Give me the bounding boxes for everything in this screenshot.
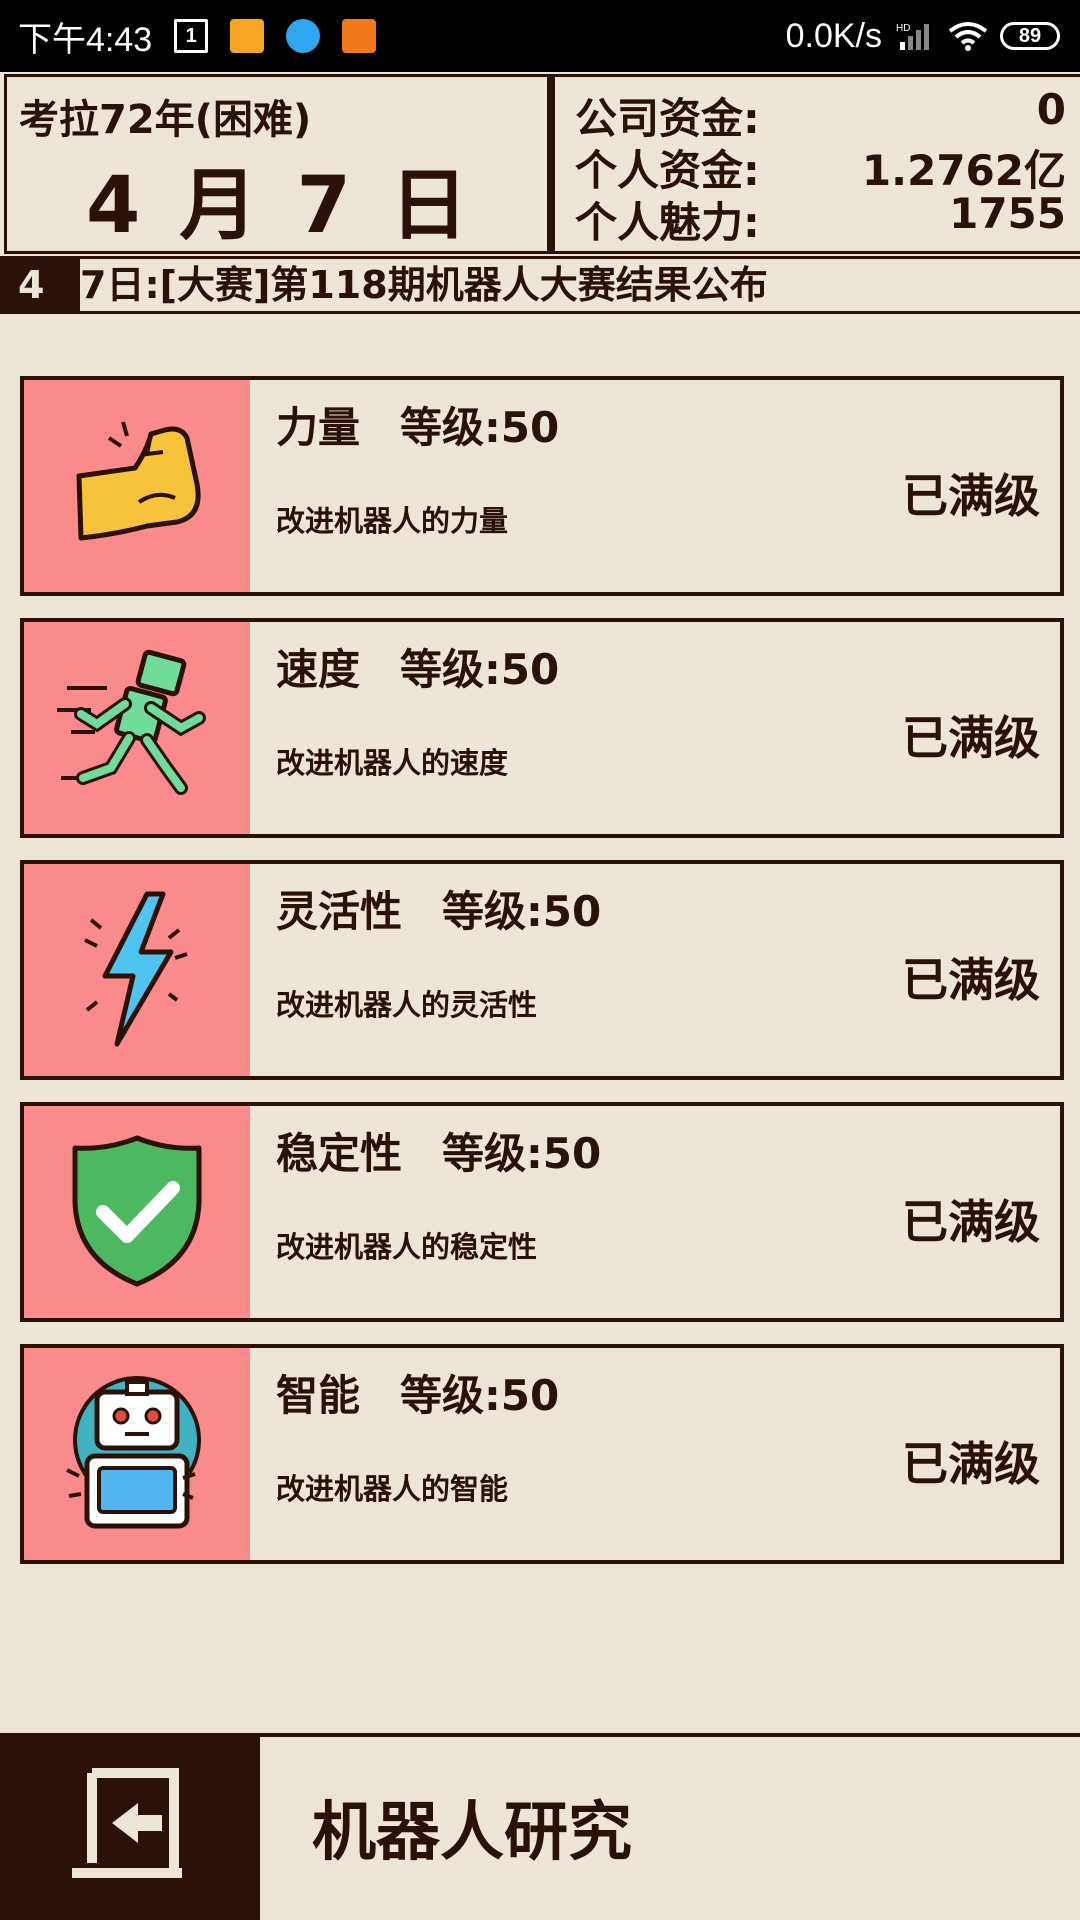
- stat-label: 个人魅力:: [575, 198, 760, 247]
- shield-check-icon: [72, 1135, 202, 1287]
- wifi-icon: [948, 22, 988, 51]
- skill-icon-panel: [24, 1106, 250, 1318]
- skill-icon-panel: [24, 380, 250, 592]
- cat-app-icon: [230, 19, 265, 53]
- skill-status: 已满级: [902, 953, 1040, 1007]
- lightning-bolt-icon: [84, 891, 188, 1047]
- skill-title: 稳定性 等级:50: [276, 1120, 601, 1181]
- network-badge: HD: [896, 23, 910, 34]
- date-panel: 考拉72年(困难) 4 月 7 日: [4, 74, 550, 254]
- skill-card-intelligence[interactable]: 智能 等级:50 改进机器人的智能 已满级: [20, 1344, 1064, 1564]
- calendar-icon: 1: [174, 19, 209, 53]
- skill-status: 已满级: [902, 711, 1040, 765]
- signal-icon: HD: [896, 23, 929, 50]
- stat-value: 1755: [949, 189, 1066, 238]
- bottom-bar: 机器人研究: [0, 1733, 1080, 1920]
- skill-status: 已满级: [902, 469, 1040, 523]
- skill-desc: 改进机器人的稳定性: [276, 1230, 538, 1264]
- skill-level: 等级:50: [400, 645, 560, 694]
- skill-name: 速度: [276, 645, 361, 694]
- exit-door-icon: [72, 1768, 182, 1878]
- running-robot-icon: [57, 649, 206, 795]
- stats-panel: 公司资金: 0 个人资金: 1.2762亿 个人魅力: 1755: [552, 74, 1080, 254]
- skill-desc: 改进机器人的速度: [276, 746, 509, 780]
- status-bar: 下午4:43 1 0.0K/s HD 89: [0, 0, 1080, 72]
- skill-icon-panel: [24, 864, 250, 1076]
- skill-title: 灵活性 等级:50: [276, 878, 601, 939]
- robot-gear-icon: [66, 1376, 201, 1529]
- status-time: 下午4:43: [18, 20, 153, 59]
- skill-name: 灵活性: [276, 887, 403, 936]
- skill-card-speed[interactable]: 速度 等级:50 改进机器人的速度 已满级: [20, 618, 1064, 838]
- browser-app-icon: [286, 19, 321, 53]
- skill-title: 力量 等级:50: [276, 394, 559, 455]
- news-ticker[interactable]: 4月 7日:[大赛]第118期机器人大赛结果公布: [0, 256, 1080, 314]
- skill-name: 智能: [276, 1371, 361, 1420]
- ticker-tag: 4月: [0, 259, 80, 311]
- skill-status: 已满级: [902, 1195, 1040, 1249]
- skill-card-strength[interactable]: 力量 等级:50 改进机器人的力量 已满级: [20, 376, 1064, 596]
- skill-desc: 改进机器人的力量: [276, 504, 509, 538]
- skill-level: 等级:50: [400, 403, 560, 452]
- skill-icon-panel: [24, 622, 250, 834]
- uc-browser-icon: [342, 19, 377, 53]
- skill-icon-panel: [24, 1348, 250, 1560]
- ticker-text: 7日:[大赛]第118期机器人大赛结果公布: [80, 263, 768, 307]
- skill-status: 已满级: [902, 1437, 1040, 1491]
- skill-name: 力量: [276, 403, 361, 452]
- skill-title: 速度 等级:50: [276, 636, 559, 697]
- flexed-arm-icon: [76, 421, 201, 541]
- skill-level: 等级:50: [442, 887, 602, 936]
- stat-personal-charm: 个人魅力: 1755: [575, 189, 1066, 250]
- skill-desc: 改进机器人的灵活性: [276, 988, 538, 1022]
- skill-level: 等级:50: [442, 1129, 602, 1178]
- battery-icon: 89: [1000, 22, 1060, 50]
- page-title: 机器人研究: [312, 1796, 632, 1870]
- skill-desc: 改进机器人的智能: [276, 1472, 509, 1506]
- current-date: 4 月 7 日: [85, 161, 474, 251]
- network-speed: 0.0K/s: [785, 16, 882, 55]
- skill-name: 稳定性: [276, 1129, 403, 1178]
- skill-card-stability[interactable]: 稳定性 等级:50 改进机器人的稳定性 已满级: [20, 1102, 1064, 1322]
- skill-title: 智能 等级:50: [276, 1362, 559, 1423]
- skill-card-agility[interactable]: 灵活性 等级:50 改进机器人的灵活性 已满级: [20, 860, 1064, 1080]
- year-label: 考拉72年(困难): [19, 97, 312, 143]
- exit-button[interactable]: [0, 1737, 260, 1920]
- skill-level: 等级:50: [400, 1371, 560, 1420]
